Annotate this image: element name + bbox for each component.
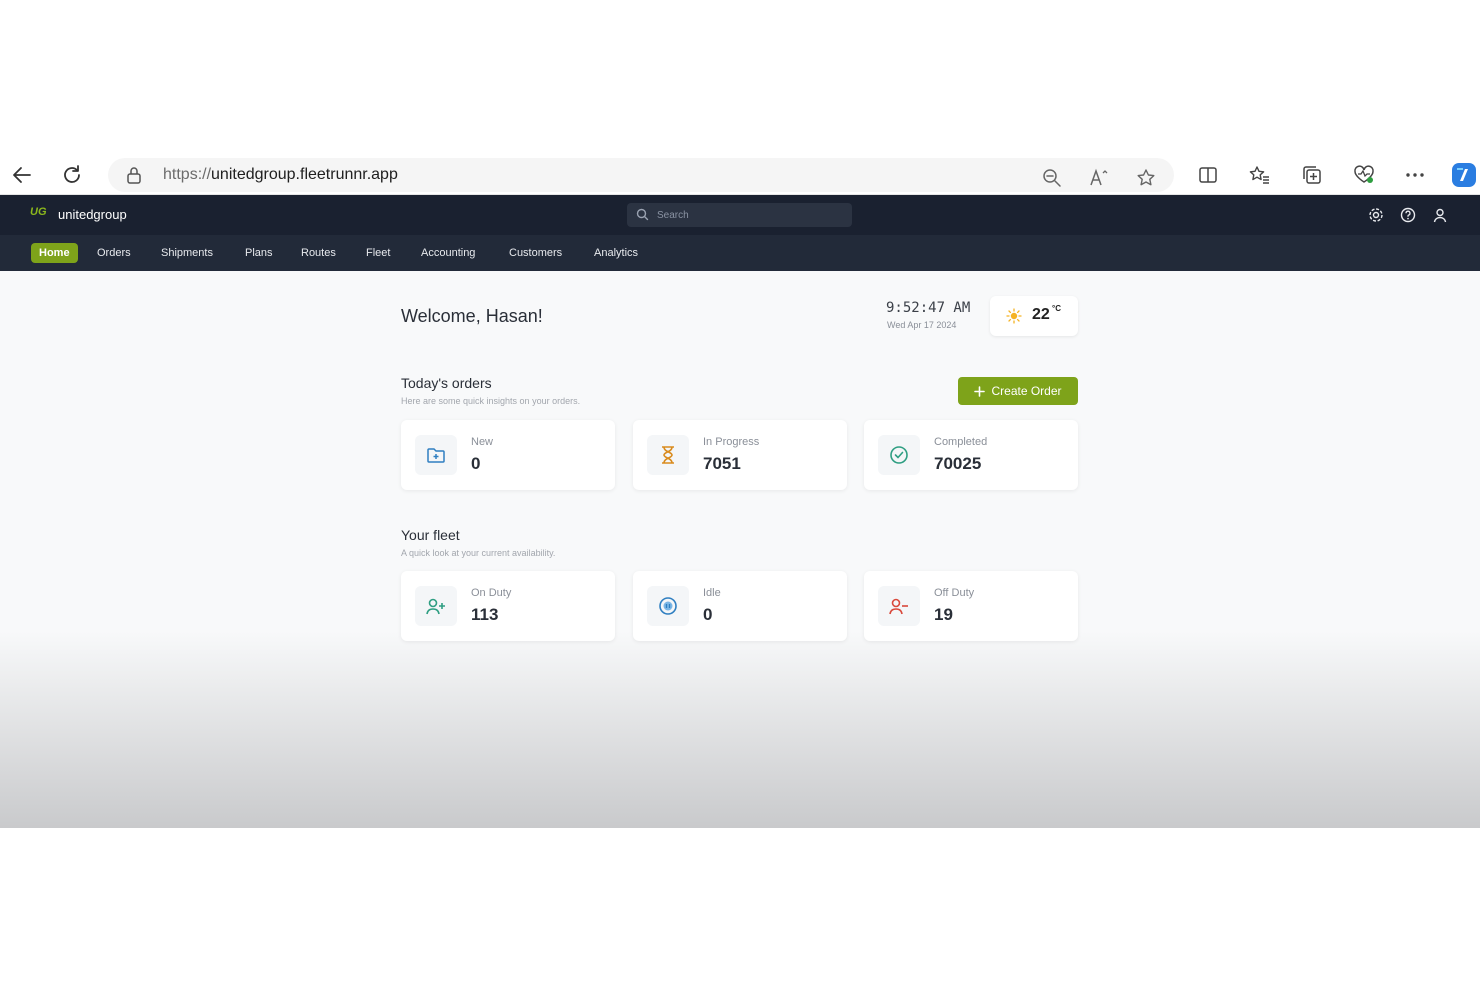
main-nav: Home Orders Shipments Plans Routes Fleet… [0, 235, 1480, 271]
user-icon [1433, 208, 1447, 223]
zoom-out-icon [1043, 169, 1061, 187]
read-aloud-icon [1090, 168, 1108, 186]
weather-unit: °C [1052, 304, 1061, 313]
nav-plans[interactable]: Plans [237, 243, 281, 263]
more-dots-icon [1406, 173, 1424, 177]
favorites-button[interactable] [1242, 155, 1278, 195]
copilot-icon [1452, 163, 1476, 187]
refresh-icon [64, 165, 80, 183]
card-value: 19 [934, 605, 953, 624]
order-card-new[interactable]: New 0 [401, 420, 615, 490]
bottom-letterbox [0, 828, 1480, 987]
fleet-section-title: Your fleet [401, 527, 460, 543]
order-card-in-progress[interactable]: In Progress 7051 [633, 420, 847, 490]
order-card-completed[interactable]: Completed 70025 [864, 420, 1078, 490]
card-label: Off Duty [934, 587, 975, 599]
fleet-card-idle[interactable]: Idle 0 [633, 571, 847, 641]
search-input[interactable] [657, 206, 837, 224]
pause-circle-icon [647, 586, 689, 626]
copilot-button[interactable] [1446, 155, 1480, 195]
hourglass-icon [647, 435, 689, 475]
card-value: 70025 [934, 454, 982, 473]
split-screen-button[interactable] [1190, 155, 1226, 195]
clock-date: Wed Apr 17 2024 [887, 320, 957, 330]
heart-pulse-icon [1354, 165, 1374, 183]
orders-section-title: Today's orders [401, 375, 492, 391]
collections-button[interactable] [1294, 155, 1330, 195]
nav-home[interactable]: Home [31, 243, 78, 263]
check-circle-icon [878, 435, 920, 475]
read-aloud-button[interactable] [1082, 158, 1118, 198]
nav-customers[interactable]: Customers [501, 243, 570, 263]
nav-accounting[interactable]: Accounting [413, 243, 483, 263]
card-value: 0 [471, 454, 481, 473]
arrow-left-icon [13, 167, 31, 183]
create-order-button[interactable]: Create Order [958, 377, 1078, 405]
brand-name: unitedgroup [58, 207, 127, 222]
card-label: In Progress [703, 436, 760, 448]
nav-orders[interactable]: Orders [89, 243, 139, 263]
search-box[interactable] [627, 203, 852, 227]
browser-essentials-button[interactable] [1346, 155, 1382, 195]
address-bar[interactable]: https://unitedgroup.fleetrunnr.app [108, 158, 1174, 192]
split-screen-icon [1199, 167, 1217, 183]
url-scheme: https:// [163, 166, 212, 183]
app-header: UG unitedgroup [0, 195, 1480, 235]
plus-icon [974, 385, 986, 397]
url-text: https://unitedgroup.fleetrunnr.app [163, 166, 398, 184]
nav-shipments[interactable]: Shipments [153, 243, 221, 263]
card-label: Completed [934, 436, 988, 448]
weather-temp: 22 [1032, 306, 1050, 323]
card-label: On Duty [471, 587, 512, 599]
back-button[interactable] [2, 155, 42, 195]
star-icon [1137, 169, 1155, 186]
nav-routes[interactable]: Routes [293, 243, 344, 263]
collections-icon [1303, 166, 1321, 184]
profile-button[interactable] [1431, 206, 1449, 224]
sun-icon [1006, 308, 1022, 329]
folder-plus-icon [415, 435, 457, 475]
url-host: unitedgroup.fleetrunnr.app [211, 166, 398, 183]
fleet-card-on-duty[interactable]: On Duty 113 [401, 571, 615, 641]
gear-icon [1369, 208, 1383, 222]
favorites-list-icon [1249, 166, 1269, 184]
top-letterbox [0, 0, 1480, 155]
more-menu-button[interactable] [1397, 155, 1433, 195]
zoom-out-button[interactable] [1034, 158, 1070, 198]
clock-time: 9:52:47 AM [886, 300, 971, 316]
browser-toolbar: https://unitedgroup.fleetrunnr.app [0, 155, 1480, 195]
create-order-label: Create Order [991, 384, 1062, 398]
orders-section-subtitle: Here are some quick insights on your ord… [401, 396, 581, 406]
card-value: 113 [471, 605, 499, 624]
card-label: Idle [703, 587, 721, 599]
settings-button[interactable] [1367, 206, 1385, 224]
fleet-card-off-duty[interactable]: Off Duty 19 [864, 571, 1078, 641]
user-minus-icon [878, 586, 920, 626]
search-icon [636, 208, 649, 226]
lock-icon [126, 166, 142, 189]
welcome-heading: Welcome, Hasan! [401, 306, 543, 326]
user-plus-icon [415, 586, 457, 626]
fleet-section-subtitle: A quick look at your current availabilit… [401, 548, 556, 558]
weather-widget: 22 °C [990, 296, 1078, 336]
help-button[interactable] [1399, 206, 1417, 224]
card-label: New [471, 436, 494, 448]
help-icon [1400, 207, 1416, 223]
card-value: 7051 [703, 454, 741, 473]
nav-analytics[interactable]: Analytics [586, 243, 646, 263]
nav-fleet[interactable]: Fleet [358, 243, 398, 263]
dashboard-content: Welcome, Hasan! 9:52:47 AM Wed Apr 17 20… [0, 271, 1480, 828]
favorite-button[interactable] [1128, 158, 1164, 198]
reload-button[interactable] [52, 155, 92, 195]
card-value: 0 [703, 605, 713, 624]
company-logo[interactable]: UG [30, 206, 47, 218]
